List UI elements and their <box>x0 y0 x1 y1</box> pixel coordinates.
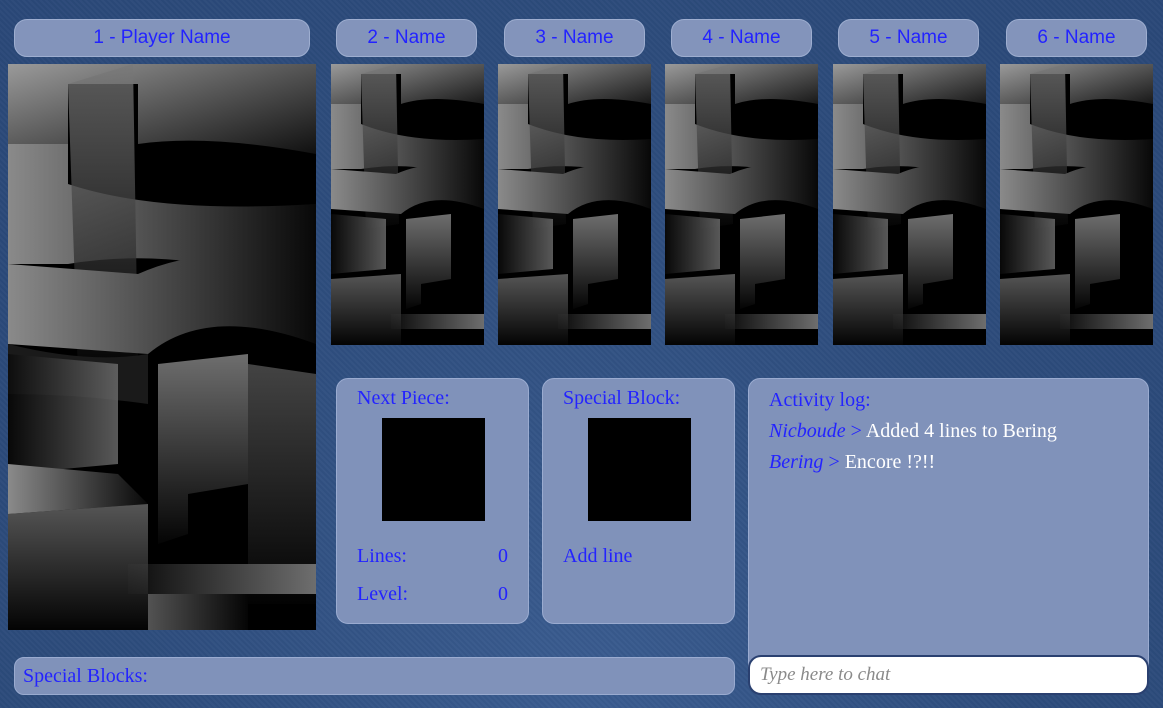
opponent-board-5 <box>833 64 986 345</box>
opponent-board-4 <box>665 64 818 345</box>
player-5-name: 5 - Name <box>838 19 979 57</box>
activity-log-title: Activity log: <box>769 389 871 411</box>
opponent-board-2 <box>331 64 484 345</box>
player-2-name: 2 - Name <box>336 19 477 57</box>
chat-input[interactable] <box>748 655 1149 695</box>
log-entry-player: Bering <box>769 451 824 473</box>
special-blocks-bar: Special Blocks: <box>14 657 735 695</box>
add-line-label: Add line <box>563 545 633 567</box>
lines-value: 0 <box>498 545 508 567</box>
log-entry-player: Nicboude <box>769 420 846 442</box>
special-block-title: Special Block: <box>563 387 681 409</box>
level-value: 0 <box>498 583 508 605</box>
next-piece-title: Next Piece: <box>357 387 450 409</box>
log-entry-message: Added 4 lines to Bering <box>865 420 1057 442</box>
activity-log-panel: Activity log: Nicboude > Added 4 lines t… <box>748 378 1149 678</box>
opponent-board-6 <box>1000 64 1153 345</box>
player-4-name: 4 - Name <box>671 19 812 57</box>
log-entry-separator: > <box>845 420 866 442</box>
level-label: Level: <box>357 583 409 605</box>
opponent-board-3 <box>498 64 651 345</box>
special-blocks-label: Special Blocks: <box>23 665 148 687</box>
lines-label: Lines: <box>357 545 407 567</box>
log-entry-message: Encore !?!! <box>844 451 936 473</box>
main-game-board[interactable] <box>8 64 316 630</box>
player-3-name: 3 - Name <box>504 19 645 57</box>
player-6-name: 6 - Name <box>1006 19 1147 57</box>
player-1-name: 1 - Player Name <box>14 19 310 57</box>
next-piece-panel: Next Piece: Lines: 0 Level: 0 <box>336 378 529 624</box>
special-block-preview <box>588 418 691 521</box>
next-piece-preview <box>382 418 485 521</box>
log-entry-separator: > <box>823 451 845 473</box>
log-entry: Bering > Encore !?!! <box>769 447 1136 478</box>
special-block-panel: Special Block: Add line <box>542 378 735 624</box>
log-entry: Nicboude > Added 4 lines to Bering <box>769 416 1136 447</box>
